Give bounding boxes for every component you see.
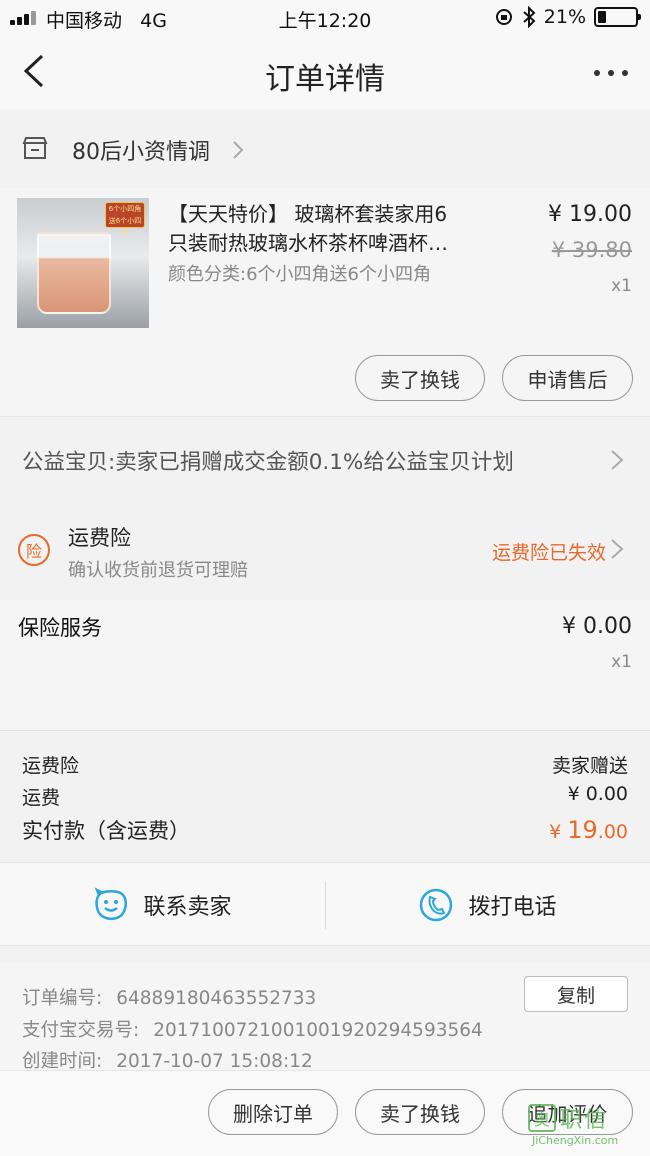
battery-icon — [594, 7, 641, 27]
item-quantity: x1 — [611, 276, 632, 296]
copy-button[interactable]: 复制 — [524, 976, 628, 1012]
item-original-price: ¥ 39.80 — [551, 238, 632, 262]
call-phone-button[interactable]: 拨打电话 — [325, 863, 650, 947]
shipping-summary-row: 运费 ¥ 0.00 — [22, 783, 628, 809]
shipping-insurance-row[interactable]: 险 运费险 确认收货前退货可理赔 运费险已失效 — [0, 502, 650, 600]
contact-seller-button[interactable]: 联系卖家 — [0, 863, 325, 947]
insurance-service-item: 保险服务 ¥ 0.00 x1 — [0, 600, 650, 730]
insurance-status: 运费险已失效 — [491, 542, 606, 564]
page-title: 订单详情 — [265, 62, 385, 97]
contact-bar: 联系卖家 拨打电话 — [0, 862, 650, 946]
product-image[interactable]: 6个小四角 送6个小四角 — [17, 198, 149, 328]
chat-smile-icon — [95, 887, 128, 920]
insurance-summary-row: 运费险 卖家赠送 — [22, 755, 628, 777]
shop-row[interactable]: 80后小资情调 — [0, 110, 650, 188]
bluetooth-icon — [523, 6, 536, 28]
item-title: 【天天特价】 玻璃杯套装家用6 只装耐热玻璃水杯茶杯啤酒杯… — [168, 202, 448, 255]
status-bar: 中国移动 4G 上午12:20 21% — [0, 0, 650, 36]
chevron-right-icon — [611, 450, 624, 470]
site-watermark: 奥 职信 JiChengXin.com — [528, 1102, 646, 1150]
rotation-lock-icon — [495, 9, 512, 25]
insurance-icon: 险 — [18, 534, 50, 566]
contact-seller-label: 联系卖家 — [143, 895, 232, 920]
product-badge: 6个小四角 送6个小四角 — [105, 202, 145, 237]
alipay-number-row: 支付宝交易号: 2017100721001001920294593564 — [22, 1020, 483, 1041]
nav-bar: 订单详情 — [0, 36, 650, 110]
more-icon[interactable] — [594, 70, 628, 76]
insurance-name: 运费险 — [68, 526, 131, 550]
service-quantity: x1 — [611, 652, 632, 672]
price-summary: 运费险 卖家赠送 运费 ¥ 0.00 实付款（含运费） ¥ 19.00 — [0, 730, 650, 862]
paid-amount: ¥ 19.00 — [549, 816, 628, 844]
status-icons: 21% — [494, 6, 641, 28]
service-price: ¥ 0.00 — [562, 614, 632, 639]
order-item[interactable]: 6个小四角 送6个小四角 【天天特价】 玻璃杯套装家用6 只装耐热玻璃水杯茶杯啤… — [0, 188, 650, 416]
charity-text: 公益宝贝:卖家已捐赠成交金额0.1%给公益宝贝计划 — [22, 450, 514, 475]
paid-summary-row: 实付款（含运费） ¥ 19.00 — [22, 816, 628, 844]
chevron-right-icon — [611, 539, 624, 559]
shop-name: 80后小资情调 — [72, 140, 210, 165]
item-price: ¥ 19.00 — [548, 202, 632, 227]
watermark-logo-icon: 奥 — [528, 1104, 556, 1132]
after-sale-button[interactable]: 申请售后 — [502, 355, 633, 401]
call-phone-label: 拨打电话 — [468, 895, 557, 920]
insurance-desc: 确认收货前退货可理赔 — [68, 560, 248, 581]
sell-button[interactable]: 卖了换钱 — [355, 355, 485, 401]
sell-button[interactable]: 卖了换钱 — [355, 1089, 485, 1135]
glass-cup-illustration — [37, 232, 111, 314]
store-icon — [22, 137, 48, 159]
chevron-right-icon — [233, 141, 244, 159]
item-sku: 颜色分类:6个小四角送6个小四角 — [168, 264, 431, 285]
order-number-row: 订单编号: 64889180463552733 — [22, 988, 317, 1009]
phone-icon — [420, 888, 453, 922]
service-name: 保险服务 — [18, 616, 102, 640]
order-info: 订单编号: 64889180463552733 支付宝交易号: 2017100721… — [0, 962, 650, 1072]
delete-order-button[interactable]: 删除订单 — [208, 1089, 338, 1135]
charity-row[interactable]: 公益宝贝:卖家已捐赠成交金额0.1%给公益宝贝计划 — [0, 416, 650, 502]
battery-percent: 21% — [543, 6, 586, 28]
bottom-action-bar: 删除订单 卖了换钱 追加评价 奥 职信 JiChengXin.com — [0, 1070, 650, 1156]
